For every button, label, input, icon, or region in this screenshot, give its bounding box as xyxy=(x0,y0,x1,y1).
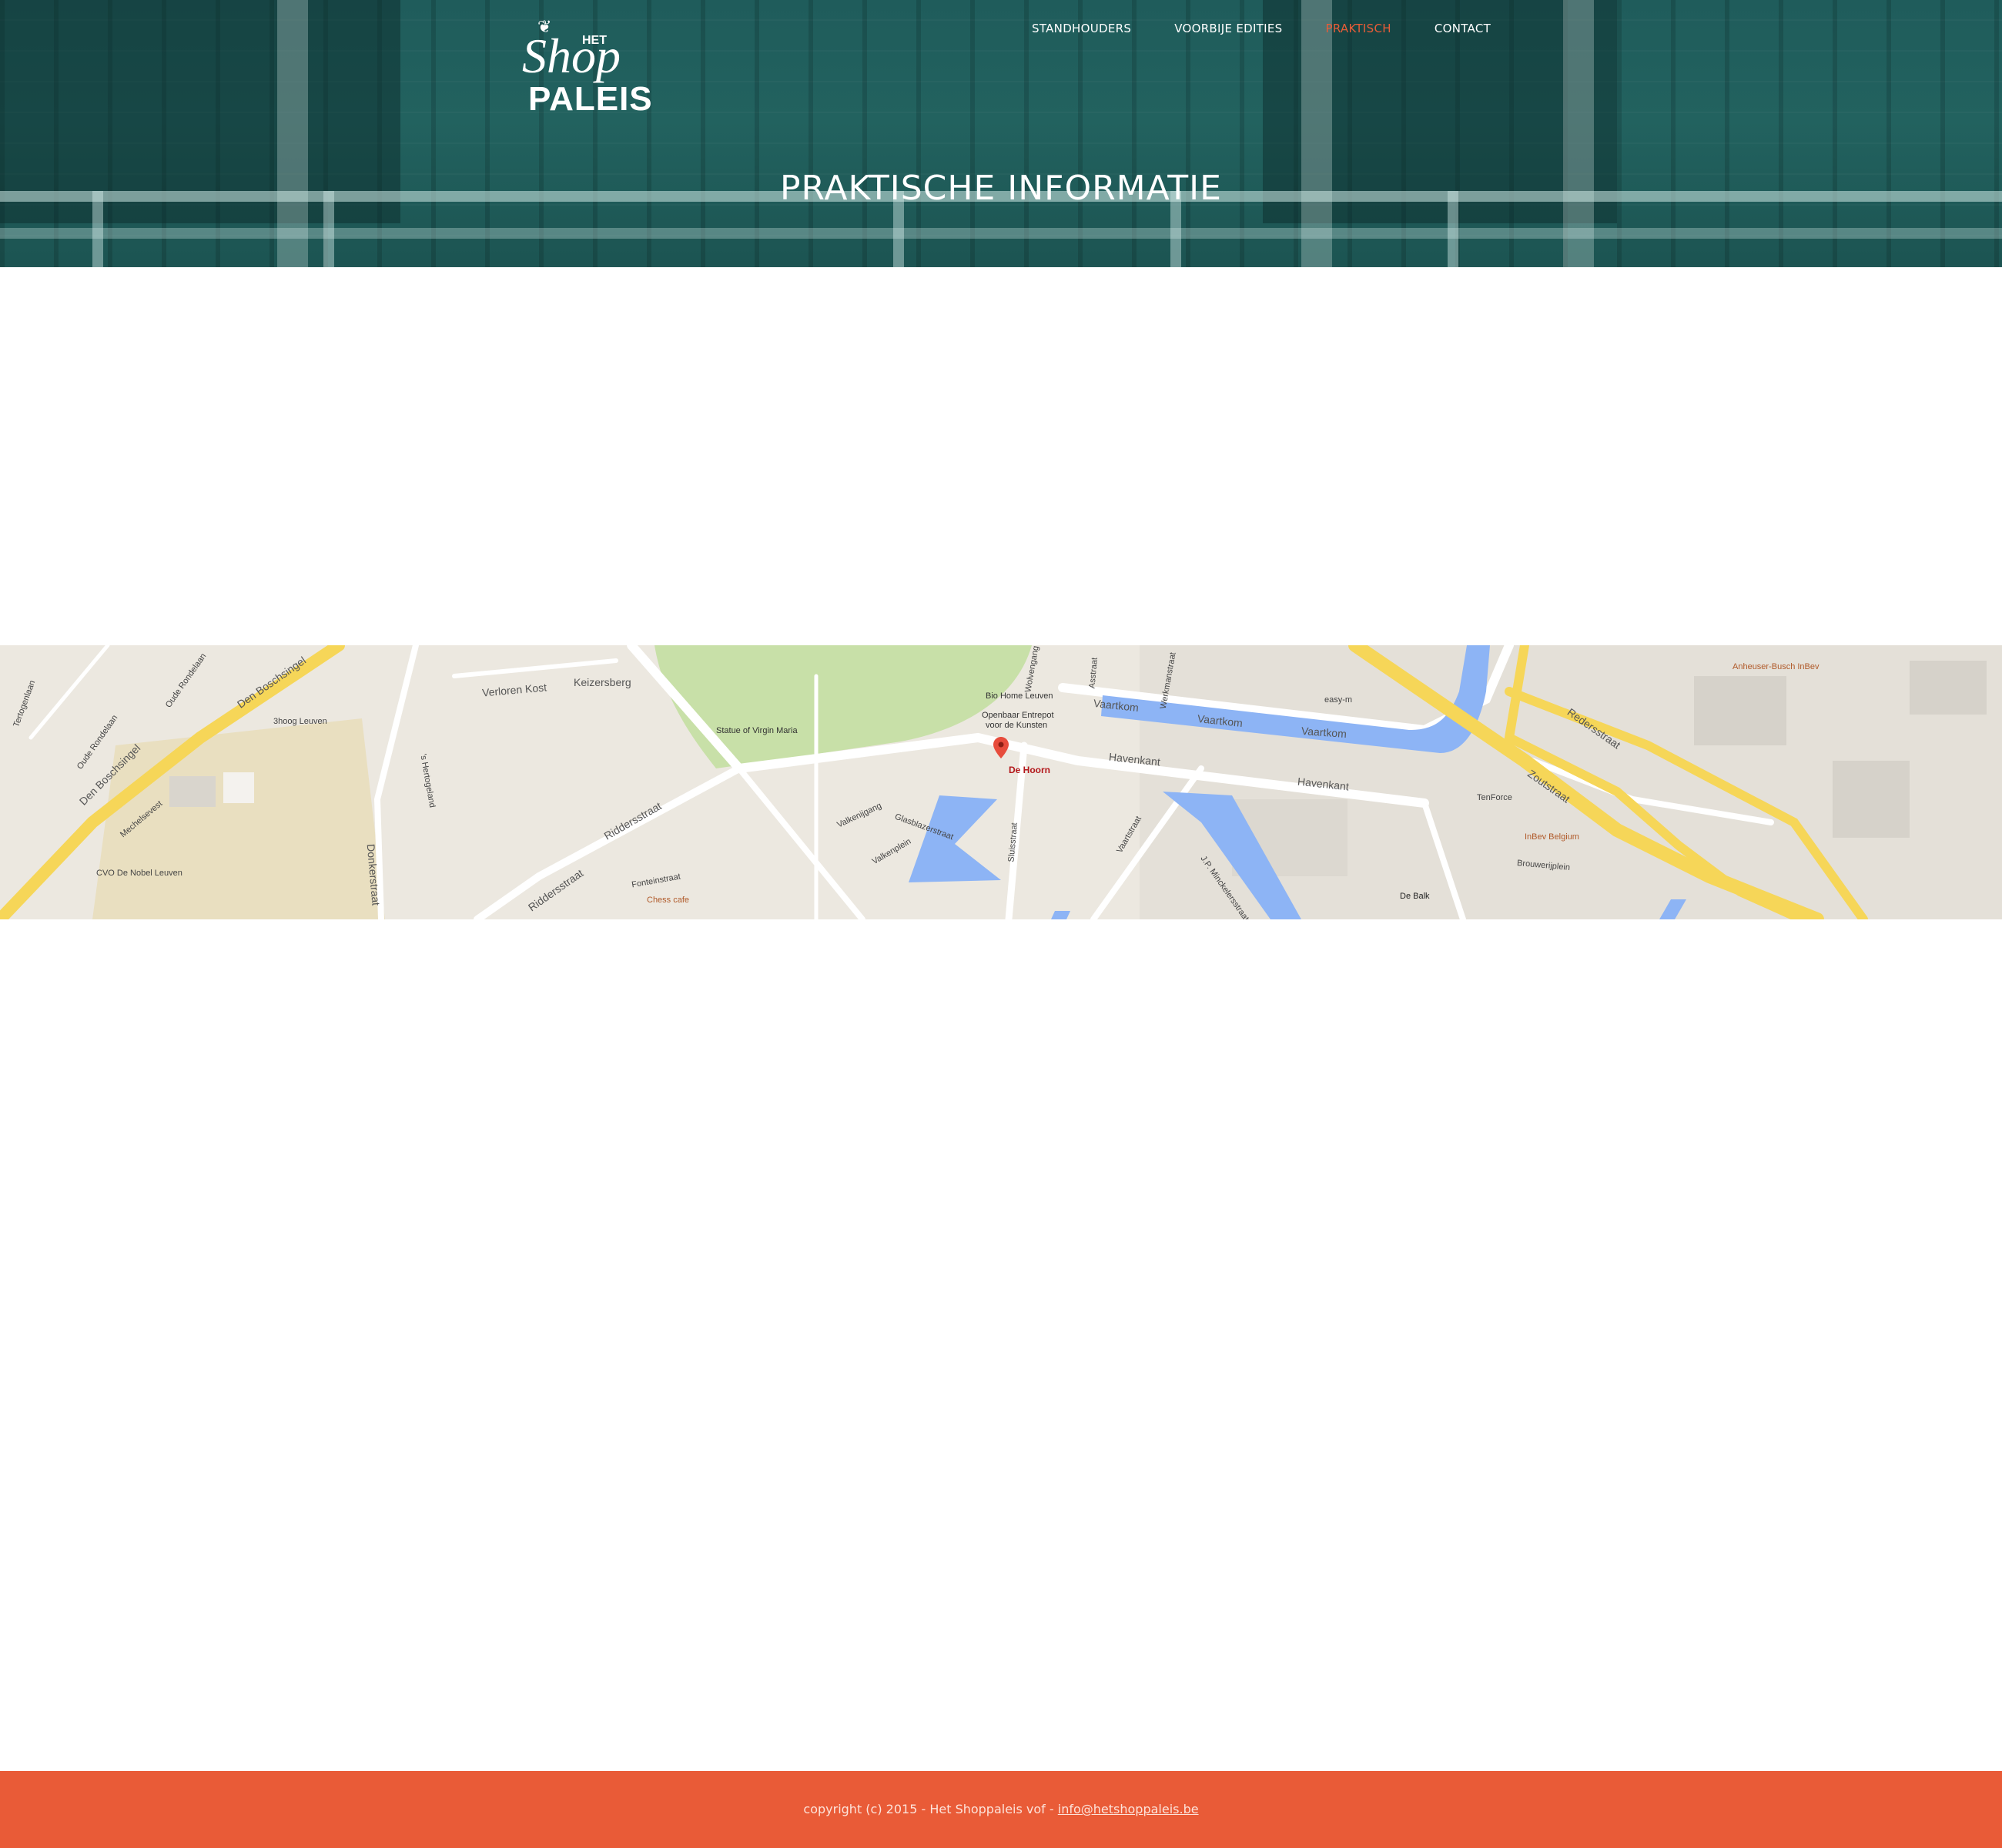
hero-pillar xyxy=(277,0,308,267)
map-label-inbev: InBev Belgium xyxy=(1525,832,1579,842)
hero-pillar xyxy=(1301,0,1332,267)
nav-item-praktisch[interactable]: PRAKTISCH xyxy=(1325,22,1391,35)
map-label-bio-home: Bio Home Leuven xyxy=(986,691,1053,701)
nav-item-standhouders[interactable]: STANDHOUDERS xyxy=(1032,22,1131,35)
map-label-3hoog: 3hoog Leuven xyxy=(273,717,327,726)
nav-item-contact[interactable]: CONTACT xyxy=(1435,22,1491,35)
main-nav: STANDHOUDERS VOORBIJE EDITIES PRAKTISCH … xyxy=(1032,22,1534,35)
map-label: Keizersberg xyxy=(574,676,631,688)
map-label-de-balk: De Balk xyxy=(1400,892,1430,901)
map-marker-icon[interactable] xyxy=(993,737,1009,758)
map-canvas xyxy=(0,645,2002,919)
hero-banner: ❦ Shop HET PALEIS STANDHOUDERS VOORBIJE … xyxy=(0,0,2002,267)
logo-het-text: HET xyxy=(582,34,607,47)
footer-email-link[interactable]: info@hetshoppaleis.be xyxy=(1058,1802,1199,1816)
footer-text: copyright (c) 2015 - Het Shoppaleis vof … xyxy=(0,1802,2002,1816)
copyright-text: copyright (c) 2015 - Het Shoppaleis vof … xyxy=(803,1802,1058,1816)
site-footer: copyright (c) 2015 - Het Shoppaleis vof … xyxy=(0,1771,2002,1848)
site-logo[interactable]: ❦ Shop HET PALEIS xyxy=(514,6,652,122)
map-label-easy-m: easy-m xyxy=(1324,695,1353,705)
map-label-tenforce: TenForce xyxy=(1477,793,1512,802)
hero-railing xyxy=(0,228,2002,239)
page-title: PRAKTISCHE INFORMATIE xyxy=(780,169,1222,209)
map-label-entrepot: Openbaar Entrepot xyxy=(982,711,1054,720)
map-marker-label: De Hoorn xyxy=(1009,765,1050,775)
map-label-anheuser: Anheuser-Busch InBev xyxy=(1732,662,1820,671)
nav-item-voorbije-edities[interactable]: VOORBIJE EDITIES xyxy=(1174,22,1282,35)
map-label-chess-cafe: Chess cafe xyxy=(647,896,690,905)
logo-paleis-text: PALEIS xyxy=(528,80,653,118)
location-map[interactable]: Den Boschsingel Den Boschsingel Oude Ron… xyxy=(0,645,2002,919)
hero-pillar xyxy=(1563,0,1594,267)
map-label-entrepot: voor de Kunsten xyxy=(986,721,1048,730)
map-label-cvo: CVO De Nobel Leuven xyxy=(96,869,182,878)
map-label-virgin-maria: Statue of Virgin Maria xyxy=(716,726,798,735)
